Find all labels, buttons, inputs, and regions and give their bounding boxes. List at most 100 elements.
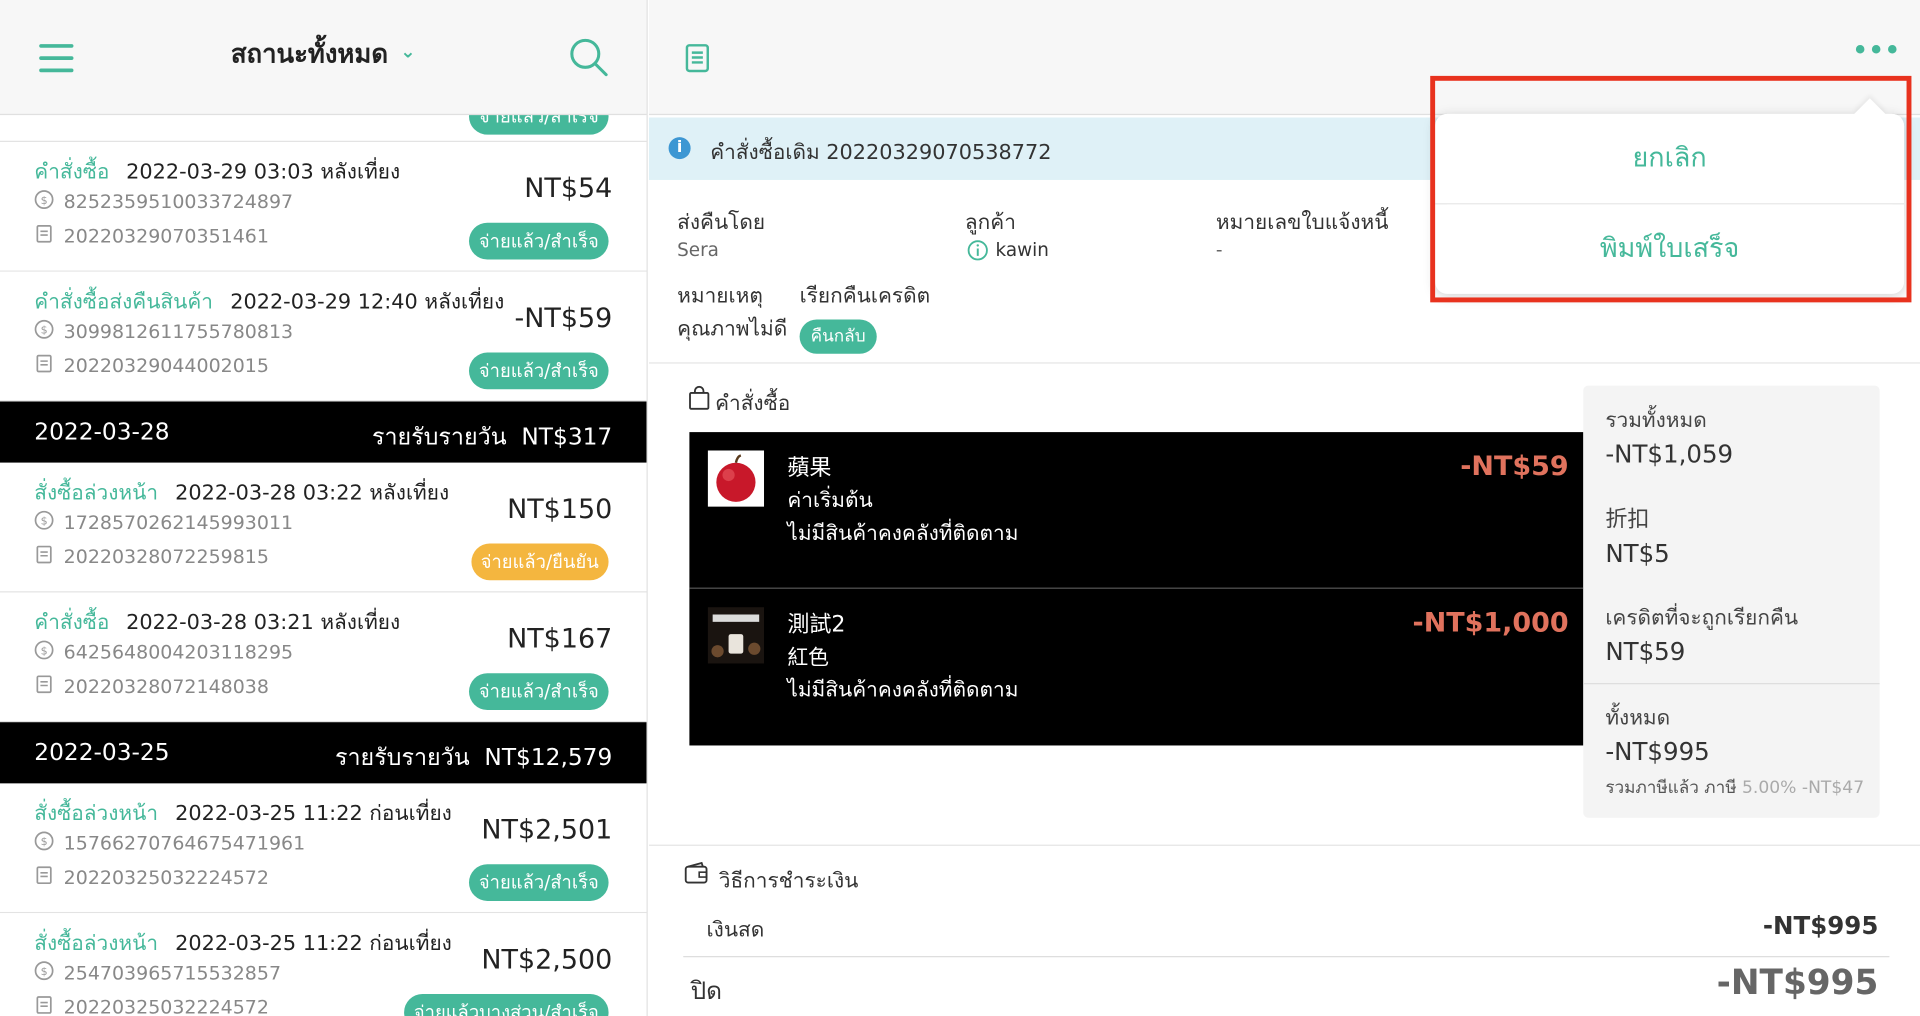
order-amount: NT$150 [507, 494, 613, 526]
order-type: คำสั่งซื้อ [34, 610, 110, 636]
order-type: สั่งซื้อล่วงหน้า [34, 801, 159, 827]
day-date: 2022-03-28 [34, 418, 170, 446]
svg-text:$: $ [41, 194, 48, 207]
item-variant: 紅色 [787, 646, 829, 671]
document-icon [34, 545, 63, 569]
search-icon[interactable] [568, 37, 610, 79]
coin-icon: $ [34, 319, 63, 343]
coin-icon: $ [34, 961, 63, 985]
order-datetime: 2022-03-25 11:22 ก่อนเที่ยง [175, 931, 452, 957]
svg-text:$: $ [41, 644, 48, 657]
receipt-number-text: 20220329044002015 [63, 354, 269, 378]
list-item[interactable]: จ่ายแล้ว/สำเร็จ [0, 97, 647, 142]
receipt-icon[interactable] [684, 43, 711, 75]
total-value: -NT$995 [1605, 736, 1710, 767]
svg-text:$: $ [41, 835, 48, 848]
coin-icon: $ [34, 510, 63, 534]
order-datetime: 2022-03-28 03:22 หลังเที่ยง [175, 481, 450, 506]
payment-number-text: 3099812611755780813 [63, 320, 294, 343]
payment-number: $6425648004203118295 [34, 640, 293, 664]
customer-link[interactable]: kawin [967, 239, 1049, 261]
credit-reclaim-value: NT$59 [1605, 636, 1686, 666]
list-header: สถานะทั้งหมด ⌄ [0, 0, 647, 116]
print-receipt-button[interactable]: พิมพ์ใบเสร็จ [1435, 204, 1905, 294]
invoice-label: หมายเลขใบแจ้งหนี้ [1215, 210, 1389, 236]
invoice-value: - [1215, 238, 1223, 261]
receipt-number-text: 20220325032224572 [63, 866, 269, 889]
order-section-title: คำสั่งซื้อ [715, 391, 791, 417]
tax-prefix: รวมภาษีแล้ว ภาษี [1605, 778, 1737, 799]
day-revenue-value: NT$12,579 [484, 744, 613, 772]
status-badge: จ่ายแล้วบางส่วน/สำเร็จ [404, 993, 609, 1016]
payment-number-text: 8252359510033724897 [63, 190, 294, 213]
close-amount: -NT$995 [1716, 962, 1879, 1003]
order-amount: NT$2,500 [481, 945, 613, 976]
list-item[interactable]: คำสั่งซื้อส่งคืนสินค้า 2022-03-29 12:40 ห… [0, 271, 647, 402]
document-icon [34, 224, 63, 248]
document-icon [34, 995, 63, 1016]
day-revenue-label: รายรับรายวัน [371, 423, 507, 451]
close-label: ปิด [690, 975, 723, 1005]
order-summary: รวมทั้งหมด -NT$1,059 折扣 NT$5 เครดิตที่จะ… [1583, 385, 1880, 818]
order-item-row[interactable]: 測試2 紅色 ไม่มีสินค้าคงคลังที่ติดตาม -NT$1,… [689, 589, 1583, 746]
status-filter-dropdown[interactable]: สถานะทั้งหมด ⌄ [0, 34, 647, 74]
total-label: ทั้งหมด [1605, 706, 1671, 731]
document-icon [34, 354, 63, 378]
day-header: 2022-03-25 รายรับรายวัน NT$12,579 [0, 722, 647, 784]
receipt-number: 20220325032224572 [34, 865, 269, 889]
item-stock-note: ไม่มีสินค้าคงคลังที่ติดตาม [787, 678, 1019, 703]
cancel-button[interactable]: ยกเลิก [1435, 113, 1905, 204]
order-type: สั่งซื้อล่วงหน้า [34, 931, 159, 957]
info-icon: i [668, 137, 691, 160]
payment-number: $3099812611755780813 [34, 319, 293, 343]
item-price: -NT$59 [1460, 451, 1569, 483]
document-icon [34, 865, 63, 889]
receipt-number-text: 20220328072259815 [63, 545, 269, 568]
item-stock-note: ไม่มีสินค้าคงคลังที่ติดตาม [787, 521, 1019, 546]
status-filter-label: สถานะทั้งหมด [230, 39, 389, 69]
chevron-down-icon: ⌄ [400, 40, 416, 63]
customer-value: kawin [995, 238, 1049, 261]
more-options-menu: ยกเลิก พิมพ์ใบเสร็จ [1435, 98, 1905, 294]
order-datetime: 2022-03-28 03:21 หลังเที่ยง [126, 610, 401, 636]
receipt-number: 20220325032224572 [34, 995, 269, 1016]
coffee-thumbnail [707, 607, 765, 664]
detail-header: ••• [648, 0, 1920, 116]
payment-number-text: 1728570262145993011 [63, 511, 294, 534]
order-type: คำสั่งซื้อ [34, 160, 110, 185]
order-type: สั่งซื้อล่วงหน้า [34, 481, 159, 506]
day-header: 2022-03-28 รายรับรายวัน NT$317 [0, 401, 647, 463]
item-price: -NT$1,000 [1412, 608, 1569, 639]
list-item[interactable]: คำสั่งซื้อ 2022-03-28 03:21 หลังเที่ยง $64… [0, 592, 647, 723]
order-list-panel: สถานะทั้งหมด ⌄ จ่ายแล้ว/สำเร็จ คำสั่งซื้อ… [0, 0, 648, 1016]
payment-method-label: เงินสด [706, 918, 765, 943]
app-root: สถานะทั้งหมด ⌄ จ่ายแล้ว/สำเร็จ คำสั่งซื้อ… [0, 0, 1920, 1016]
receipt-number-text: 20220328072148038 [63, 675, 269, 698]
list-item[interactable]: คำสั่งซื้อ 2022-03-29 03:03 หลังเที่ยง $82… [0, 141, 647, 272]
receipt-number-text: 20220325032224572 [63, 996, 269, 1016]
item-name: 蘋果 [787, 455, 832, 482]
list-item[interactable]: สั่งซื้อล่วงหน้า 2022-03-28 03:22 หลังเที… [0, 462, 647, 593]
order-items-table: 蘋果 ค่าเริ่มต้น ไม่มีสินค้าคงคลังที่ติดตา… [689, 432, 1584, 746]
info-outline-icon [967, 239, 988, 260]
order-list: จ่ายแล้ว/สำเร็จ คำสั่งซื้อ 2022-03-29 03:… [0, 97, 647, 1016]
list-item[interactable]: สั่งซื้อล่วงหน้า 2022-03-25 11:22 ก่อนเที… [0, 783, 647, 914]
discount-label: 折扣 [1605, 506, 1650, 533]
coin-icon: $ [34, 640, 63, 664]
returned-by-value: Sera [677, 238, 719, 261]
more-options-icon[interactable]: ••• [1851, 35, 1901, 68]
document-icon [34, 674, 63, 698]
list-item[interactable]: สั่งซื้อล่วงหน้า 2022-03-25 11:22 ก่อนเที… [0, 913, 647, 1016]
payment-number: $1728570262145993011 [34, 510, 293, 534]
order-type: คำสั่งซื้อส่งคืนสินค้า [34, 290, 213, 315]
order-item-row[interactable]: 蘋果 ค่าเริ่มต้น ไม่มีสินค้าคงคลังที่ติดตา… [689, 432, 1584, 589]
returned-by-label: ส่งคืนโดย [677, 210, 766, 236]
status-badge: จ่ายแล้ว/ยืนยัน [470, 543, 609, 581]
receipt-number: 20220328072148038 [34, 674, 269, 698]
receipt-number: 20220328072259815 [34, 545, 269, 569]
order-amount: NT$167 [507, 624, 613, 655]
divider [683, 956, 1890, 958]
credit-label: เรียกคืนเครดิต [799, 283, 931, 309]
original-order-text: คำสั่งซื้อเดิม 20220329070538772 [710, 140, 1052, 166]
tax-info: รวมภาษีแล้ว ภาษี 5.00% -NT$47 [1605, 775, 1864, 802]
